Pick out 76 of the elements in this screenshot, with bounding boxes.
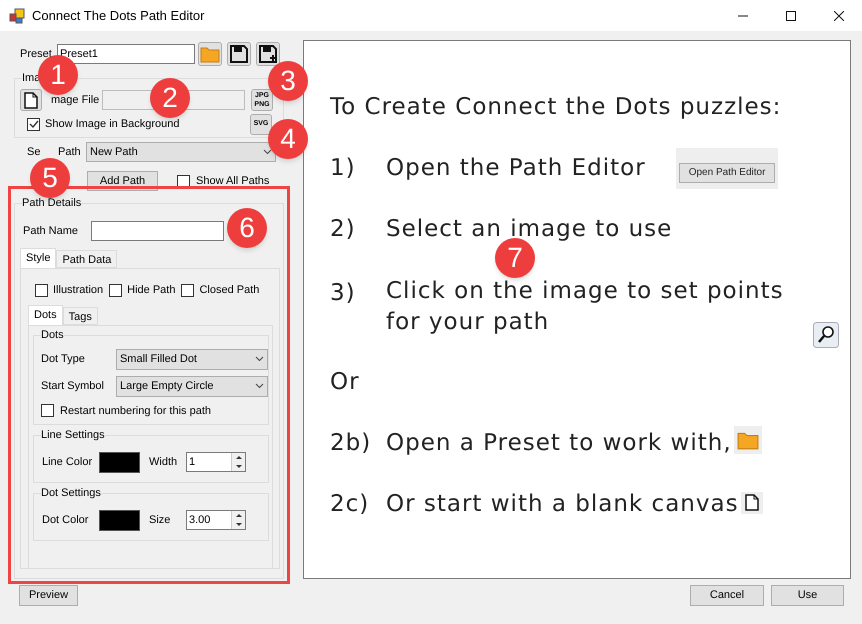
instruction-heading: To Create Connect the Dots puzzles: [330,93,782,122]
group-label: Dots [41,328,64,342]
checkbox[interactable] [27,118,40,130]
maximize-icon[interactable] [786,10,796,20]
field-label: Size [149,512,172,528]
folder-icon [734,426,762,454]
tab[interactable]: Tags [62,306,98,324]
instruction-text: Open a Preset to work with, [386,429,732,458]
instruction-text: Click on the image to set points for your path [386,277,785,337]
checkbox[interactable] [41,404,54,418]
checkbox[interactable] [109,284,122,297]
checkbox-label: Closed Path [199,283,260,298]
field-label: Line Color [42,454,94,470]
group-label: Line Settings [41,428,105,442]
number-spinner[interactable]: 3.00 [186,510,246,530]
cancel-button[interactable]: Cancel [690,585,764,606]
select-path-label: Path [58,144,82,160]
use-button[interactable]: Use [771,585,844,606]
tab[interactable]: Style [20,248,56,268]
checkbox-label: Restart numbering for this path [60,404,212,418]
image-file-label: mage File [51,92,100,108]
dropdown-caret-icon [263,149,272,155]
tab[interactable]: Path Data [56,250,118,268]
checkbox-label: Show All Paths [196,174,270,189]
magnifier-icon [813,322,839,348]
preset-field[interactable]: Preset1 [57,44,195,64]
step-number: 3) [330,279,357,308]
field-label: Width [149,454,178,470]
open-preset-button[interactable] [198,42,222,66]
save-as-button[interactable] [256,42,280,66]
dropdown-caret-icon [255,383,264,389]
spinner-arrows-icon[interactable] [231,511,245,529]
preview-button[interactable]: Preview [19,585,78,606]
step-number: 2b) [330,429,372,458]
step-number: 2c) [330,490,370,520]
instruction-heading: Or [330,368,360,398]
callout-badge: 2 [150,78,190,118]
color-swatch[interactable] [99,510,140,530]
spinner-arrows-icon[interactable] [231,453,245,471]
open-path-editor-button[interactable]: Open Path Editor [678,162,776,183]
window-title: Connect The Dots Path Editor [32,6,204,25]
select-path-label: Se [27,144,42,160]
checkbox-label: Show Image in Background [45,116,180,132]
checkbox-label: Illustration [53,283,104,298]
callout-badge: 6 [227,208,267,248]
document-icon [740,492,763,514]
save-as-icon [259,45,277,63]
document-icon [24,92,38,108]
dropdown[interactable]: Small Filled Dot [116,348,268,370]
group-label: Dot Settings [41,486,101,500]
instruction-text: Open the Path Editor [386,154,646,184]
dropdown[interactable]: Large Empty Circle [116,376,268,396]
dropdown-caret-icon [255,356,264,362]
app-icon [9,8,25,24]
instruction-text: Or start with a blank canvas [386,490,739,520]
path-name-field[interactable] [91,221,224,241]
tab[interactable]: Dots [28,304,63,324]
field-label: Path Name [23,224,80,239]
field-label: Start Symbol [41,378,105,394]
callout-badge: 5 [30,158,70,198]
checkbox[interactable] [35,284,48,297]
step-number: 1) [330,154,357,184]
path-dropdown[interactable]: New Path [86,142,276,162]
checkbox[interactable] [181,284,194,297]
color-swatch[interactable] [99,452,140,472]
field-label: Dot Type [41,352,86,367]
checkbox[interactable] [177,174,190,188]
folder-icon [200,45,220,63]
close-icon[interactable] [834,10,844,20]
new-image-button[interactable] [20,89,42,111]
save-button[interactable] [227,42,251,66]
checkbox-label: Hide Path [127,283,176,298]
number-spinner[interactable]: 1 [186,452,246,472]
field-label: Dot Color [42,512,90,528]
save-icon [230,45,248,63]
step-number: 2) [330,215,357,244]
